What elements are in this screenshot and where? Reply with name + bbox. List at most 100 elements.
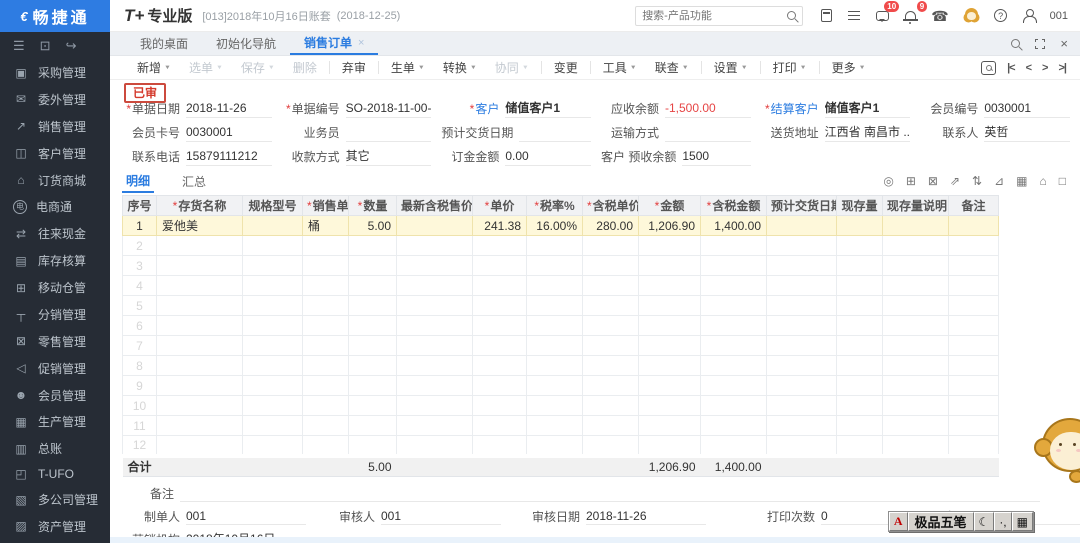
sidebar-item-mobile-warehouse[interactable]: ⊞移动仓管 [13, 279, 110, 296]
toolbar-button-18[interactable]: 打印▼ [764, 56, 816, 79]
cell-r1c10[interactable]: 1,400.00 [701, 216, 767, 236]
tab-2[interactable]: 销售订单× [290, 32, 378, 55]
toolbar-button-13[interactable]: 工具▼ [594, 56, 646, 79]
field-value[interactable]: SO-2018-11-00-0... [346, 99, 432, 118]
toolbar-button-20[interactable]: 更多▼ [823, 56, 875, 79]
warehouse-icon[interactable]: ⌂ [1040, 175, 1047, 187]
grid-fullscreen-icon[interactable]: □ [1059, 175, 1066, 187]
layout-icon[interactable]: ▦ [1016, 175, 1027, 187]
help-button[interactable]: ? [994, 8, 1008, 24]
toolbar-button-9[interactable]: 协同▼ [486, 56, 538, 79]
cell-r1c8[interactable]: 280.00 [583, 216, 639, 236]
field-value[interactable]: 1500 [682, 147, 750, 166]
field-value[interactable]: 英哲 [984, 123, 1070, 142]
sidebar-item-multi-company[interactable]: ▧多公司管理 [13, 491, 110, 508]
sidebar-item-production[interactable]: ▦生产管理 [13, 413, 110, 430]
ime-punctuation[interactable]: ·, [994, 512, 1011, 531]
toolbar-button-0[interactable]: 新增▼ [128, 56, 180, 79]
field-value[interactable]: -1,500.00 [665, 99, 751, 118]
sidebar-item-ecommerce[interactable]: 电电商通 [13, 198, 110, 215]
detail-tab-0[interactable]: 明细 [122, 169, 154, 193]
field-value[interactable]: 江西省 南昌市 ... [825, 123, 911, 142]
messages-button[interactable]: 10 [875, 8, 889, 24]
close-icon[interactable]: × [1060, 36, 1068, 51]
global-search[interactable] [635, 6, 803, 26]
sidebar-item-promotion[interactable]: ◁促销管理 [13, 360, 110, 377]
toolbar-button-3[interactable]: 删除 [284, 56, 326, 79]
toolbar-button-11[interactable]: 变更 [545, 56, 587, 79]
toolbar-button-5[interactable]: 弃审 [333, 56, 375, 79]
col-header-11[interactable]: 预计交货日期 [767, 196, 837, 216]
cell-r1c13[interactable] [883, 216, 949, 236]
field-value[interactable] [665, 123, 751, 142]
ime-mode[interactable]: A [889, 512, 908, 531]
cell-r1c12[interactable] [837, 216, 883, 236]
sidebar-item-sales[interactable]: ↗销售管理 [13, 118, 110, 135]
toolbar-button-14[interactable]: 联查▼ [646, 56, 698, 79]
field-value[interactable]: 其它 [346, 147, 432, 166]
mascot-monkey[interactable] [1034, 416, 1080, 500]
cell-r1c2[interactable] [243, 216, 303, 236]
cell-r1c11[interactable] [767, 216, 837, 236]
col-header-3[interactable]: *销售单位 [303, 196, 349, 216]
col-header-7[interactable]: *税率% [527, 196, 583, 216]
field-value[interactable]: 0.00 [505, 147, 591, 166]
prev-record-button[interactable]: < [1026, 62, 1031, 74]
global-search-input[interactable] [642, 10, 787, 22]
field-value[interactable]: 0030001 [984, 99, 1070, 118]
sort-icon[interactable]: ⇅ [972, 175, 982, 187]
sidebar-item-distribution[interactable]: ┬分销管理 [13, 306, 110, 323]
toolbar-button-1[interactable]: 选单▼ [180, 56, 232, 79]
toolbar-button-7[interactable]: 生单▼ [382, 56, 434, 79]
sidebar-item-mall[interactable]: ⌂订货商城 [13, 172, 110, 189]
assistant-monkey-button[interactable] [963, 8, 980, 24]
cell-r1c5[interactable] [397, 216, 473, 236]
sidebar-item-asset[interactable]: ▨资产管理 [13, 518, 110, 535]
sidebar-item-cash[interactable]: ⇄往来现金 [13, 225, 110, 242]
insert-row-icon[interactable]: ⊞ [906, 175, 916, 187]
delete-row-icon[interactable]: ⊠ [928, 175, 938, 187]
last-record-button[interactable]: >| [1058, 62, 1066, 74]
detail-tab-1[interactable]: 汇总 [178, 169, 210, 193]
export-icon[interactable]: ⇗ [950, 175, 960, 187]
cell-r1c1[interactable]: 爱他美 [157, 216, 243, 236]
field-value[interactable] [519, 123, 591, 142]
tab-close-icon[interactable]: × [358, 37, 364, 49]
field-value[interactable]: 15879111212 [186, 147, 272, 166]
toolbar-button-2[interactable]: 保存▼ [232, 56, 284, 79]
sidebar-item-outsourcing[interactable]: ✉委外管理 [13, 91, 110, 108]
task-list-button[interactable] [847, 8, 861, 24]
col-header-2[interactable]: 规格型号 [243, 196, 303, 216]
ime-halfwidth[interactable]: ☾ [974, 512, 995, 531]
cell-r1c14[interactable] [949, 216, 999, 236]
col-header-12[interactable]: 现存量 [837, 196, 883, 216]
calculator-button[interactable] [819, 8, 833, 24]
chart-icon[interactable]: ⊿ [994, 175, 1004, 187]
col-header-4[interactable]: *数量 [349, 196, 397, 216]
sidebar-item-procurement[interactable]: ▣采购管理 [13, 64, 110, 81]
tab-1[interactable]: 初始化导航 [202, 32, 290, 55]
next-record-button[interactable]: > [1042, 62, 1047, 74]
field-value[interactable]: 001 [381, 508, 501, 525]
tab-search-icon[interactable] [1011, 39, 1020, 48]
field-value[interactable]: 储值客户1 [825, 99, 911, 118]
col-header-8[interactable]: *含税单价 [583, 196, 639, 216]
user-button[interactable] [1022, 8, 1036, 24]
sidebar-search-icon[interactable]: ⊡ [40, 38, 51, 54]
field-value[interactable]: 2018-11-26 [586, 508, 706, 525]
browse-documents-icon[interactable] [981, 61, 996, 75]
cell-r1c6[interactable]: 241.38 [473, 216, 527, 236]
notifications-button[interactable]: 9 [903, 8, 917, 24]
col-header-6[interactable]: *单价 [473, 196, 527, 216]
tab-0[interactable]: 我的桌面 [126, 32, 202, 55]
ime-softkeyboard[interactable]: ▦ [1012, 512, 1033, 531]
field-value[interactable]: 0030001 [186, 123, 272, 142]
sidebar-item-retail[interactable]: ⊠零售管理 [13, 333, 110, 350]
col-header-13[interactable]: 现存量说明 [883, 196, 949, 216]
ime-name[interactable]: 极品五笔 [908, 512, 974, 531]
sidebar-collapse-icon[interactable]: ↪ [66, 38, 77, 54]
search-icon[interactable] [787, 11, 796, 20]
menu-hamburger-icon[interactable]: ☰ [13, 38, 25, 54]
field-value[interactable] [346, 123, 432, 142]
col-header-9[interactable]: *金额 [639, 196, 701, 216]
